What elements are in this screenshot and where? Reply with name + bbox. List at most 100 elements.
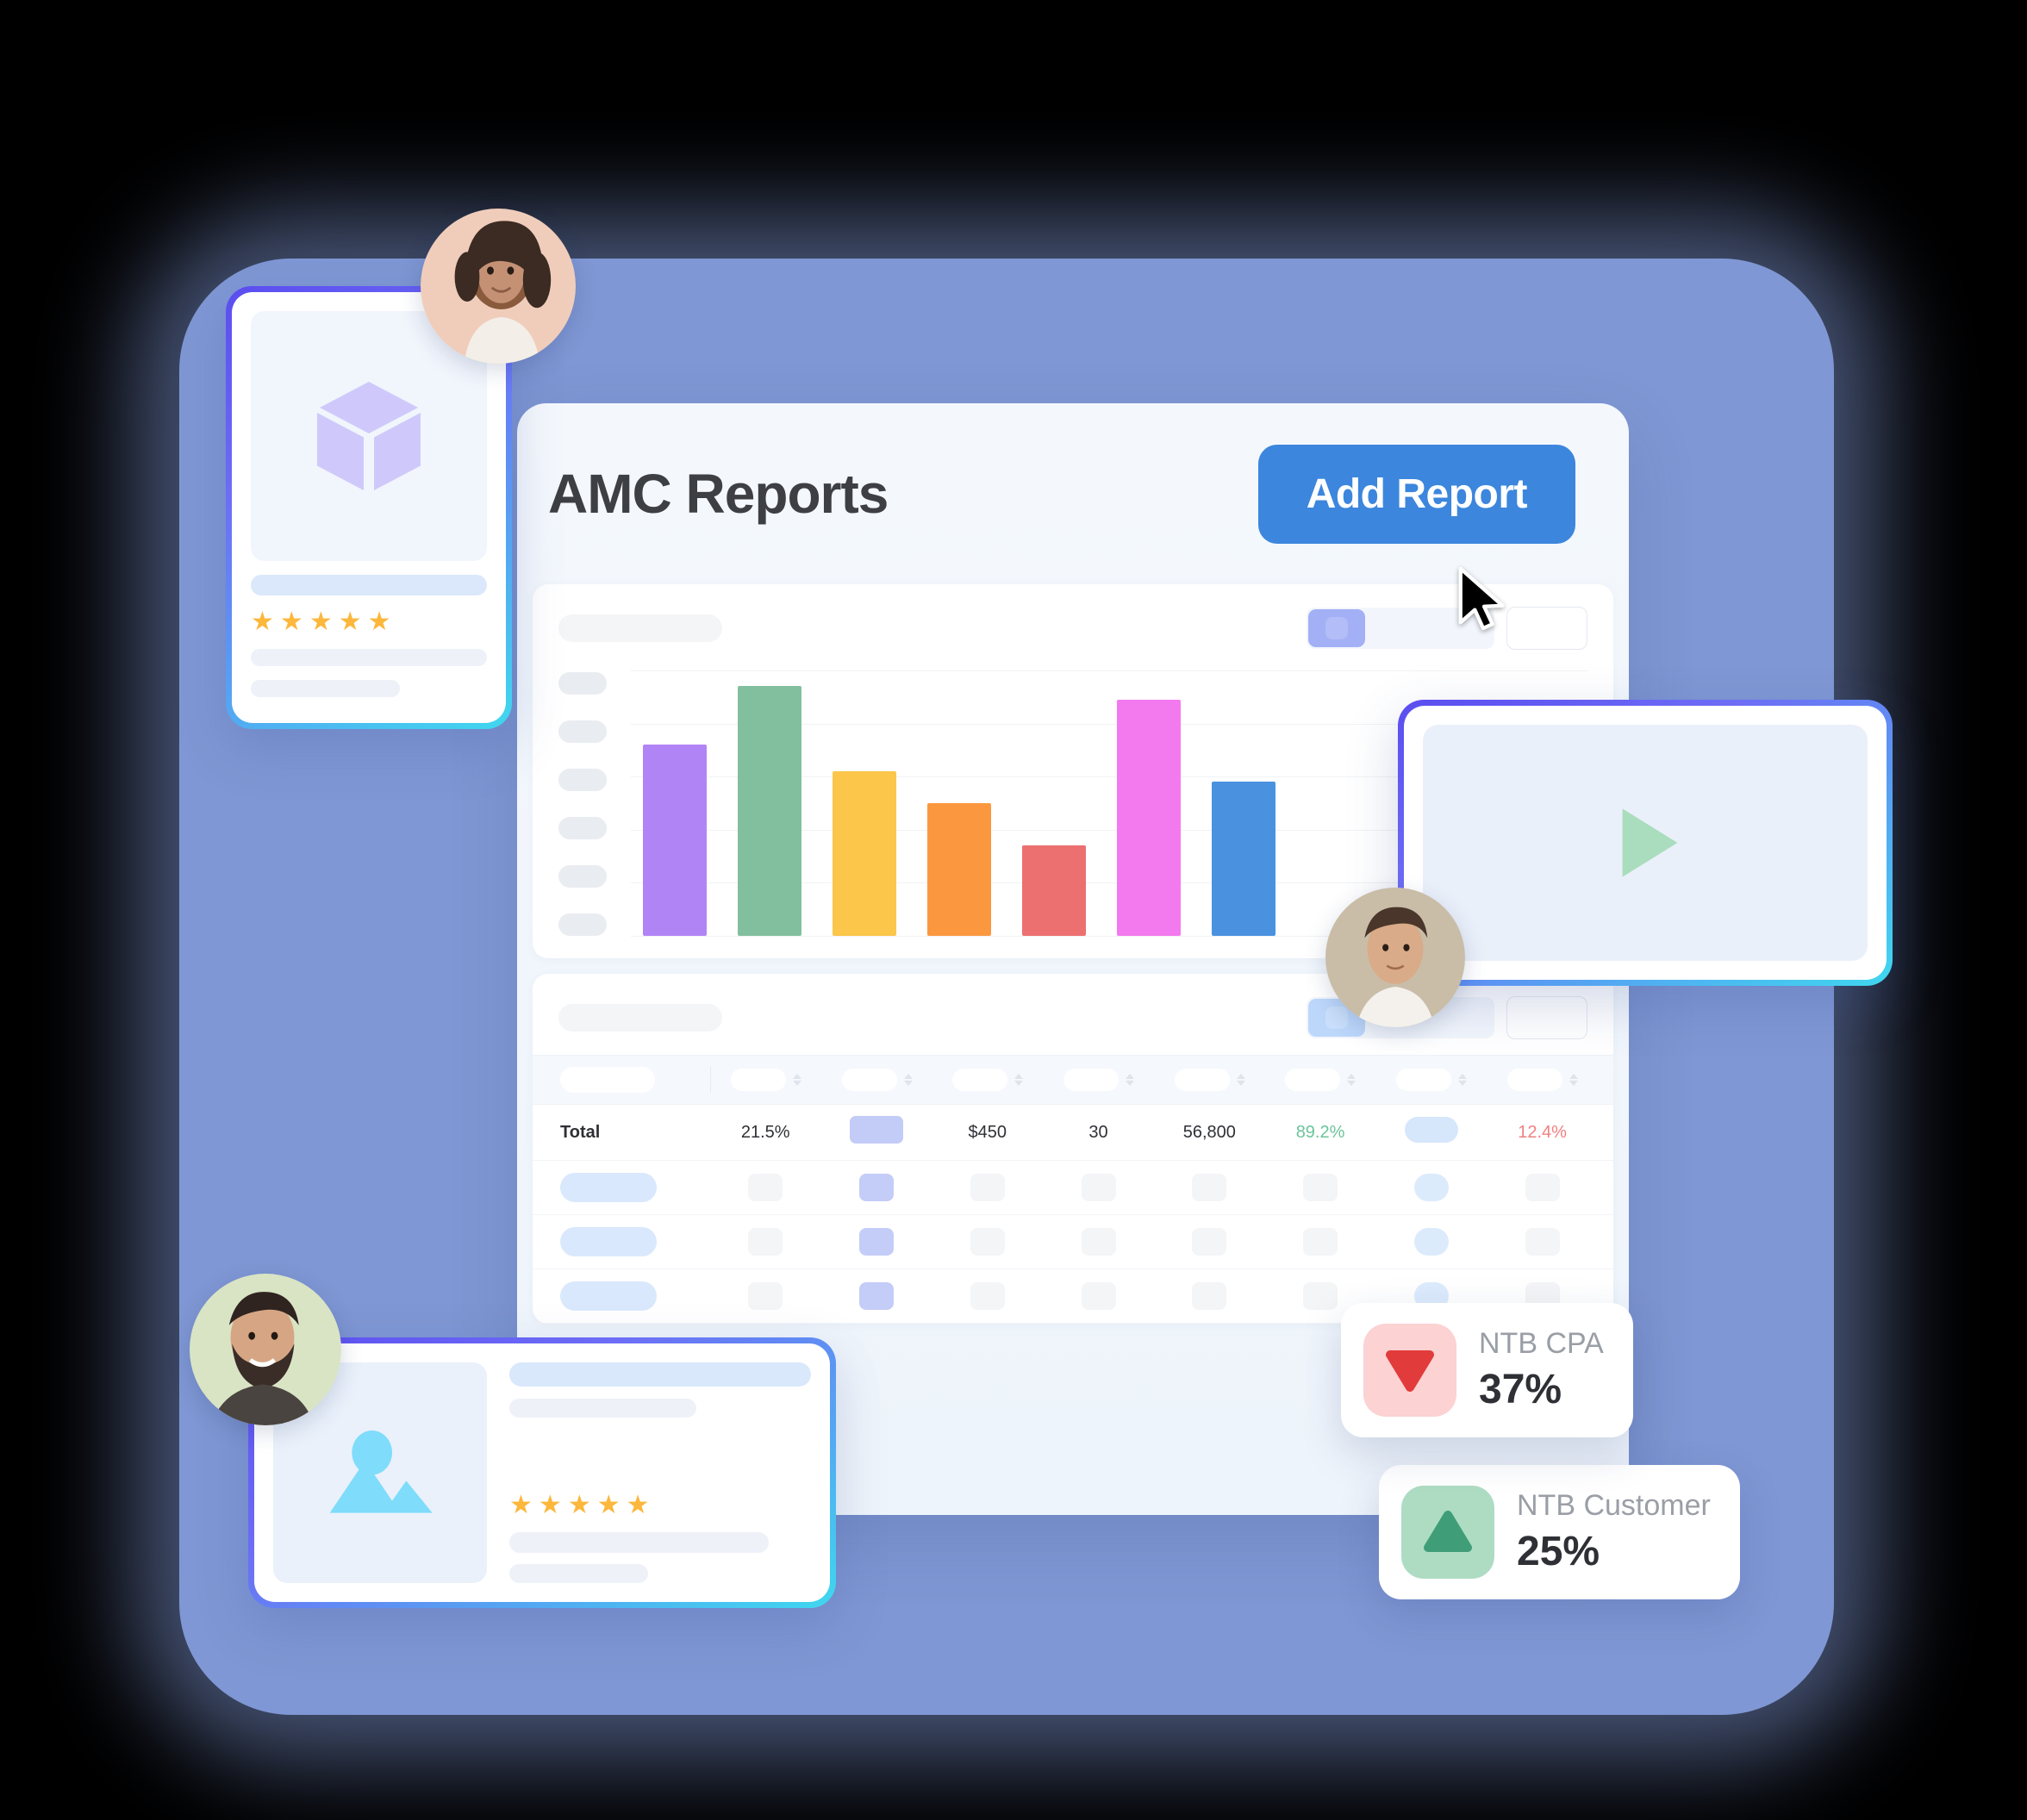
table-cell-placeholder xyxy=(821,1228,932,1256)
cell-placeholder xyxy=(970,1282,1005,1310)
bar-3[interactable] xyxy=(833,771,896,936)
table-cell-placeholder xyxy=(1265,1228,1376,1256)
review-card[interactable]: ★ ★ ★ ★ ★ xyxy=(248,1337,836,1608)
table-cell-placeholder xyxy=(710,1282,821,1310)
star-icon: ★ xyxy=(626,1491,650,1519)
table-column-header-3[interactable] xyxy=(932,1069,1044,1091)
bar-1[interactable] xyxy=(643,745,707,936)
cell-placeholder xyxy=(748,1174,783,1201)
cell-placeholder xyxy=(970,1174,1005,1201)
add-report-button[interactable]: Add Report xyxy=(1257,444,1575,544)
sort-arrows-icon[interactable] xyxy=(793,1074,802,1086)
table-header-row xyxy=(533,1055,1613,1105)
toggle-knob-icon xyxy=(1325,1007,1348,1029)
chart-view-toggle-active[interactable] xyxy=(1308,609,1365,647)
product-text-placeholder-1 xyxy=(251,649,487,666)
pointer-arrow-icon xyxy=(1458,567,1505,631)
table-cell-placeholder xyxy=(548,1227,710,1256)
cell-placeholder xyxy=(1192,1228,1227,1256)
table-column-header-6[interactable] xyxy=(1265,1069,1376,1091)
image-placeholder-icon xyxy=(329,1430,433,1513)
total-volume: 56,800 xyxy=(1182,1122,1236,1142)
table-cell-placeholder xyxy=(932,1174,1043,1201)
chart-y-axis xyxy=(558,670,615,936)
total-chip-a xyxy=(821,1116,932,1149)
table-cell-placeholder xyxy=(1043,1228,1154,1256)
bar-5[interactable] xyxy=(1022,845,1086,936)
bar-7[interactable] xyxy=(1212,782,1275,936)
star-icon: ★ xyxy=(279,608,303,636)
table-cell-placeholder xyxy=(821,1282,932,1310)
review-card-content: ★ ★ ★ ★ ★ xyxy=(509,1362,811,1583)
sort-arrows-icon[interactable] xyxy=(1125,1074,1134,1086)
bar-6[interactable] xyxy=(1117,699,1181,936)
video-card-body xyxy=(1404,706,1887,980)
table-row-total: Total 21.5% $450 30 56,800 89.2% 12.4% xyxy=(533,1105,1613,1161)
table-column-header-1[interactable] xyxy=(711,1069,822,1091)
sort-arrows-icon[interactable] xyxy=(1014,1074,1024,1086)
total-delta: 12.4% xyxy=(1518,1122,1567,1142)
sort-arrows-icon[interactable] xyxy=(1347,1074,1357,1086)
table-cell-placeholder xyxy=(1154,1228,1265,1256)
table-row[interactable] xyxy=(533,1215,1613,1269)
y-axis-tick-placeholder xyxy=(558,913,607,936)
total-chip-b xyxy=(1375,1117,1487,1148)
sort-arrows-icon[interactable] xyxy=(1236,1074,1245,1086)
chart-panel-header xyxy=(533,584,1613,665)
star-icon: ★ xyxy=(538,1491,562,1519)
dashboard-header: AMC Reports Add Report xyxy=(517,403,1629,584)
table-panel: Total 21.5% $450 30 56,800 89.2% 12.4% xyxy=(533,974,1613,1324)
table-column-header-5[interactable] xyxy=(1154,1069,1265,1091)
cell-placeholder xyxy=(748,1282,783,1310)
video-card[interactable] xyxy=(1398,700,1893,986)
table-options-button[interactable] xyxy=(1506,996,1587,1039)
column-label-placeholder xyxy=(1506,1069,1562,1091)
y-axis-tick-placeholder xyxy=(558,817,607,839)
triangle-down-icon xyxy=(1363,1324,1456,1417)
star-icon: ★ xyxy=(567,1491,591,1519)
play-triangle-icon[interactable] xyxy=(1598,795,1693,890)
star-icon: ★ xyxy=(509,1491,533,1519)
cell-placeholder xyxy=(1081,1282,1116,1310)
cell-placeholder xyxy=(1081,1228,1116,1256)
table-row[interactable] xyxy=(533,1161,1613,1215)
column-label-placeholder xyxy=(1285,1069,1341,1091)
cell-placeholder xyxy=(858,1228,894,1256)
total-pct-a: 21.5% xyxy=(740,1122,790,1142)
cell-placeholder xyxy=(1303,1174,1338,1201)
sort-arrows-icon[interactable] xyxy=(1569,1074,1578,1086)
table-column-header-4[interactable] xyxy=(1044,1069,1155,1091)
column-label-placeholder xyxy=(1174,1069,1230,1091)
column-label-placeholder xyxy=(1395,1069,1451,1091)
table-cell-placeholder xyxy=(548,1281,710,1311)
table-cell-placeholder xyxy=(1487,1228,1598,1256)
avatar-man-beard xyxy=(190,1274,341,1425)
table-column-header-8[interactable] xyxy=(1487,1069,1598,1091)
table-column-header-0[interactable] xyxy=(548,1067,711,1093)
bar-2[interactable] xyxy=(738,686,801,936)
table-title-placeholder xyxy=(558,1004,722,1032)
star-icon: ★ xyxy=(251,608,274,636)
table-cell-placeholder xyxy=(1375,1228,1487,1256)
metric-text-ntb-cpa: NTB CPA 37% xyxy=(1479,1327,1604,1413)
column-label-placeholder xyxy=(731,1069,787,1091)
metric-label: NTB Customer xyxy=(1517,1489,1711,1522)
sort-arrows-icon[interactable] xyxy=(903,1074,913,1086)
star-icon: ★ xyxy=(596,1491,621,1519)
table-column-header-2[interactable] xyxy=(821,1069,932,1091)
review-rating: ★ ★ ★ ★ ★ xyxy=(509,1493,811,1518)
video-screen[interactable] xyxy=(1423,725,1868,961)
chart-options-button[interactable] xyxy=(1506,607,1587,650)
table-skeleton-rows xyxy=(533,1161,1613,1324)
star-icon: ★ xyxy=(367,608,391,636)
sort-arrows-icon[interactable] xyxy=(1457,1074,1467,1086)
bar-4[interactable] xyxy=(927,803,991,936)
review-card-body: ★ ★ ★ ★ ★ xyxy=(254,1343,830,1602)
column-label-placeholder xyxy=(1063,1069,1119,1091)
cell-placeholder xyxy=(748,1228,783,1256)
table-cell-placeholder xyxy=(1375,1174,1487,1201)
avatar-man-young xyxy=(1325,888,1465,1027)
table-cell-placeholder xyxy=(932,1228,1043,1256)
table-column-header-7[interactable] xyxy=(1376,1069,1488,1091)
